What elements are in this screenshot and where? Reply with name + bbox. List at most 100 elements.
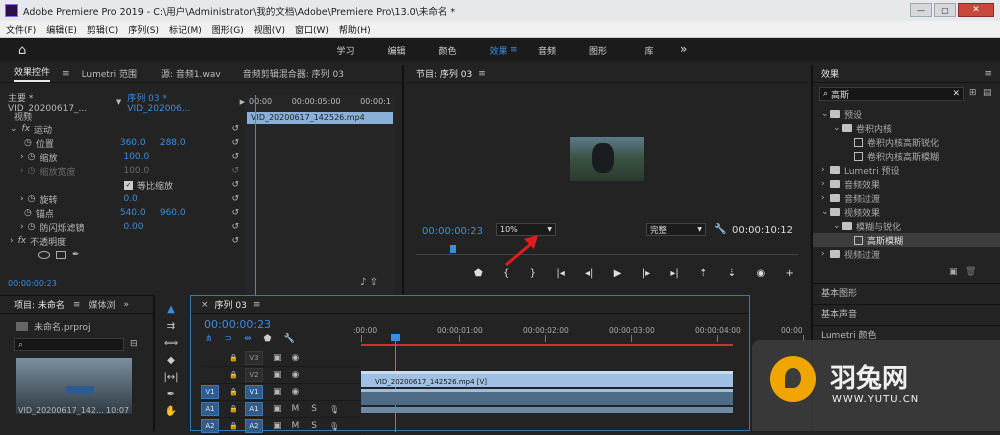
settings-wrench-icon[interactable]: 🔧 [283, 334, 294, 344]
minimize-button[interactable]: — [910, 3, 932, 17]
workspace-tab[interactable]: 库 [624, 44, 675, 57]
eye-icon[interactable]: ◉ [292, 353, 300, 363]
timeline-sequence-tab[interactable]: 序列 03 [215, 298, 247, 311]
expand-arrow-icon[interactable]: › [20, 152, 24, 162]
position-x[interactable]: 360.0 [120, 138, 156, 148]
go-to-out-icon[interactable]: ▸| [670, 268, 678, 279]
effects-tree-item[interactable]: 卷积内核高斯锐化 [813, 135, 1000, 149]
audio-export-icon[interactable]: ♪ [360, 277, 366, 288]
source-patch[interactable]: V1 [201, 385, 219, 399]
reset-icon[interactable]: ↺ [231, 138, 239, 148]
ripple-edit-icon[interactable]: ⟺ [164, 338, 178, 349]
effects-tree-item[interactable]: ⌄ 模糊与锐化 [813, 219, 1000, 233]
effects-tree-item[interactable]: 卷积内核高斯模糊 [813, 149, 1000, 163]
workspace-menu-icon[interactable]: ≡ [510, 45, 518, 55]
workspace-tab[interactable]: 音频 [522, 44, 573, 57]
microphone-icon[interactable]: 🎙 [329, 422, 339, 431]
maximize-button[interactable]: ▢ [934, 3, 956, 17]
extract-icon[interactable]: ⇣ [728, 268, 736, 279]
expand-arrow-icon[interactable]: ⌄ [821, 207, 830, 217]
rectangle-mask-icon[interactable] [56, 251, 66, 259]
add-marker-icon[interactable]: ⬟ [264, 334, 272, 344]
audio-clip-a2[interactable] [361, 407, 733, 413]
add-button-icon[interactable]: + [786, 268, 794, 279]
step-forward-icon[interactable]: |▸ [642, 268, 650, 279]
expand-arrow-icon[interactable]: ⌄ [833, 221, 842, 231]
menu-item[interactable]: 文件(F) [6, 23, 36, 36]
scale-value[interactable]: 100.0 [123, 152, 149, 162]
audio-clip[interactable] [361, 389, 733, 405]
lock-icon[interactable]: 🔒 [229, 388, 241, 396]
reset-icon[interactable]: ↺ [231, 124, 239, 134]
reset-icon[interactable]: ↺ [231, 180, 239, 190]
hand-tool-icon[interactable]: ✋ [165, 406, 177, 417]
lock-icon[interactable]: 🔒 [229, 422, 241, 430]
accelerated-icon[interactable]: ▤ [983, 88, 992, 98]
uniform-scale-checkbox[interactable]: ✓ [124, 180, 133, 190]
selection-tool-icon[interactable]: ▲ [167, 304, 175, 315]
effects-tree-item[interactable]: ⌄ 卷积内核 [813, 121, 1000, 135]
track-header[interactable]: A1 🔒 A1 ▣ M S 🎙 [201, 401, 361, 418]
position-y[interactable]: 288.0 [160, 138, 186, 148]
in-out-icon[interactable]: ⇹ [244, 334, 252, 344]
sync-lock-icon[interactable]: ▣ [273, 404, 282, 414]
video-clip[interactable]: VID_20200617_142526.mp4 [V] [361, 371, 733, 387]
expand-arrow-icon[interactable]: › [20, 194, 24, 204]
expand-arrow-icon[interactable]: ⌄ [10, 124, 18, 134]
solo-button[interactable]: S [311, 404, 317, 414]
program-timecode[interactable]: 00:00:00:23 [422, 226, 483, 237]
snap-icon[interactable]: ⋔ [205, 334, 213, 344]
chevron-down-icon[interactable]: ▼ [116, 98, 121, 106]
expand-arrow-icon[interactable]: › [821, 249, 830, 259]
tab-audio-mixer[interactable]: 音频剪辑混合器: 序列 03 [243, 67, 344, 80]
track-select-icon[interactable]: ⇉ [167, 321, 175, 332]
reset-icon[interactable]: ↺ [231, 222, 239, 232]
antiflicker-value[interactable]: 0.00 [123, 222, 143, 232]
essential-graphics-tab[interactable]: 基本图形 [813, 283, 1000, 304]
track-name[interactable]: V2 [245, 368, 263, 382]
expand-arrow-icon[interactable]: › [20, 222, 24, 232]
tab-menu-icon[interactable]: ≡ [984, 69, 992, 79]
eye-icon[interactable]: ◉ [292, 387, 300, 397]
fx-icon[interactable]: fx [18, 236, 27, 246]
timeline-timecode[interactable]: 00:00:00:23 [204, 318, 271, 331]
more-workspaces-icon[interactable]: » [680, 42, 687, 56]
work-area-bar[interactable] [361, 344, 733, 346]
step-back-icon[interactable]: ◂| [585, 268, 593, 279]
ec-timecode[interactable]: 00:00:00:23 [8, 279, 57, 288]
lock-icon[interactable]: 🔒 [229, 405, 241, 413]
tab-effect-controls[interactable]: 效果控件 [14, 65, 51, 82]
tab-menu-icon[interactable]: ≡ [73, 300, 81, 310]
timeline-ruler[interactable]: :00:00 00:00:01:00 00:00:02:00 00:00:03:00 0… [353, 322, 804, 344]
razor-tool-icon[interactable]: ◆ [167, 355, 175, 366]
more-tabs-icon[interactable]: » [123, 300, 129, 310]
track-header[interactable]: 🔒 V2 ▣ ◉ [201, 367, 361, 384]
source-patch[interactable]: A1 [201, 402, 219, 416]
sync-lock-icon[interactable]: ▣ [273, 353, 282, 363]
stopwatch-icon[interactable]: ◷ [28, 222, 36, 232]
export-frame-icon[interactable]: ⇪ [370, 277, 378, 288]
expand-arrow-icon[interactable]: ⌄ [833, 123, 842, 133]
effects-tree-item[interactable]: 高斯模糊 [813, 233, 1000, 247]
sync-lock-icon[interactable]: ▣ [273, 421, 282, 431]
tab-menu-icon[interactable]: ≡ [253, 300, 261, 310]
effects-tree-item[interactable]: ⌄ 预设 [813, 107, 1000, 121]
effects-search-input[interactable]: ⌕ 高斯 ✕ [819, 87, 964, 101]
track-name[interactable]: V1 [245, 385, 263, 399]
clear-search-icon[interactable]: ✕ [952, 89, 960, 99]
quality-select[interactable]: 完整 ▼ [646, 223, 706, 236]
close-button[interactable]: ✕ [958, 3, 994, 17]
delete-icon[interactable]: 🗑 [965, 267, 976, 277]
expand-arrow-icon[interactable]: › [821, 165, 830, 175]
program-monitor-title[interactable]: 节目: 序列 03 [416, 67, 472, 80]
mark-in-icon[interactable]: { [503, 268, 509, 279]
mark-out-icon[interactable]: } [530, 268, 536, 279]
lock-icon[interactable]: 🔒 [229, 354, 241, 362]
essential-sound-tab[interactable]: 基本声音 [813, 304, 1000, 325]
effects-tree-item[interactable]: ⌄ 视频效果 [813, 205, 1000, 219]
project-search-input[interactable]: ⌕ [14, 338, 124, 351]
track-header[interactable]: 🔒 V3 ▣ ◉ [201, 350, 361, 367]
ec-clip-bar[interactable]: VID_20200617_142526.mp4 [247, 112, 393, 124]
workspace-tab[interactable]: 图形 [573, 44, 624, 57]
menu-item[interactable]: 编辑(E) [46, 23, 77, 36]
